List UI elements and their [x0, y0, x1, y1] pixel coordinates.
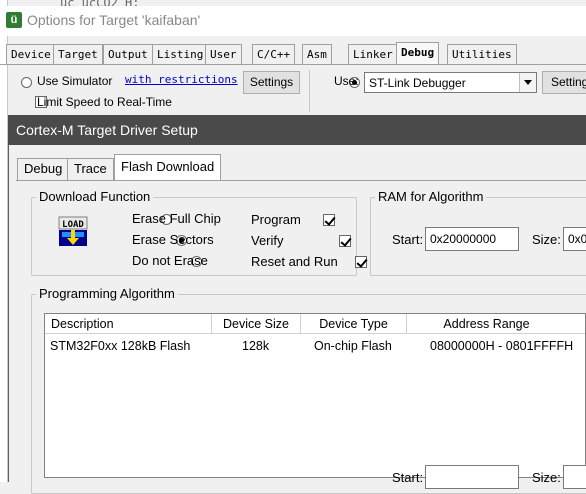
erase-sectors-label: Erase Sectors: [132, 232, 214, 247]
tab-inner-debug[interactable]: Debug: [17, 158, 70, 180]
tab-c-cpp[interactable]: C/C++: [252, 44, 296, 64]
load-icon: LOAD: [58, 216, 88, 246]
algo-start-label: Start:: [392, 470, 424, 485]
verify-checkbox[interactable]: [338, 235, 351, 247]
ram-start-input[interactable]: 0x20000000: [425, 227, 519, 251]
program-checkbox[interactable]: [322, 214, 335, 226]
debugger-select-value: ST-Link Debugger: [369, 76, 466, 90]
download-function-title: Download Function: [36, 189, 154, 204]
table-cell-description[interactable]: STM32F0xx 128kB Flash: [50, 339, 190, 353]
debugger-settings-button[interactable]: Settings: [542, 71, 586, 94]
algo-start-input[interactable]: [425, 465, 519, 489]
programming-algorithm-title: Programming Algorithm: [36, 286, 178, 301]
do-not-erase-label: Do not Erase: [132, 253, 208, 268]
reset-and-run-label: Reset and Run: [251, 254, 338, 269]
program-label: Program: [251, 212, 301, 227]
tab-linker[interactable]: Linker: [348, 44, 398, 64]
column-header-description[interactable]: Description: [45, 314, 212, 334]
table-cell-device-type[interactable]: On-chip Flash: [314, 339, 392, 353]
outer-tab-divider: [0, 64, 586, 65]
ram-size-label: Size:: [532, 232, 561, 247]
limit-speed-label: Limit Speed to Real-Time: [37, 95, 172, 109]
verify-label: Verify: [251, 233, 284, 248]
table-cell-address-range[interactable]: 08000000H - 0801FFFFH: [430, 339, 573, 353]
chevron-down-icon[interactable]: [519, 73, 536, 92]
ram-size-input[interactable]: 0x0: [563, 227, 586, 251]
use-simulator-radio[interactable]: [21, 77, 32, 88]
outer-divider: [309, 70, 310, 112]
column-header-address-range[interactable]: Address Range: [407, 314, 585, 334]
tab-utilities[interactable]: Utilities: [447, 44, 517, 64]
load-icon-text: LOAD: [62, 220, 84, 230]
tab-inner-trace[interactable]: Trace: [67, 158, 114, 180]
tab-asm[interactable]: Asm: [302, 44, 332, 64]
algo-size-label: Size:: [532, 470, 561, 485]
use-simulator-label: Use Simulator: [37, 74, 113, 88]
erase-full-chip-label: Erase Full Chip: [132, 211, 221, 226]
ram-for-algorithm-title: RAM for Algorithm: [375, 189, 487, 204]
ram-start-label: Start:: [392, 232, 424, 247]
tab-debug[interactable]: Debug: [396, 42, 440, 64]
editor-gutter: [0, 0, 8, 482]
simulator-settings-button[interactable]: Settings: [243, 71, 300, 94]
column-header-device-type[interactable]: Device Type: [301, 314, 407, 334]
table-cell-device-size[interactable]: 128k: [242, 339, 269, 353]
tab-user[interactable]: User: [205, 44, 242, 64]
keil-app-icon: ü: [6, 12, 22, 28]
debugger-select[interactable]: ST-Link Debugger: [364, 72, 537, 93]
tab-listing[interactable]: Listing: [152, 44, 209, 64]
inner-tab-divider: [16, 180, 586, 181]
with-restrictions-link[interactable]: with restrictions: [125, 73, 238, 86]
tab-target[interactable]: Target: [53, 44, 103, 64]
tab-output[interactable]: Output: [103, 44, 153, 64]
outer-dialog-title: Options for Target 'kaifaban': [27, 12, 201, 28]
tab-flash-download[interactable]: Flash Download: [114, 154, 222, 181]
column-header-device-size[interactable]: Device Size: [212, 314, 301, 334]
algo-size-input[interactable]: [563, 465, 586, 489]
use-label: Use:: [334, 74, 359, 88]
tab-device[interactable]: Device: [6, 44, 56, 64]
algorithm-table[interactable]: Description Device Size Device Type Addr…: [44, 313, 586, 478]
reset-and-run-checkbox[interactable]: [354, 256, 367, 268]
inner-dialog-title: Cortex-M Target Driver Setup: [16, 122, 198, 138]
